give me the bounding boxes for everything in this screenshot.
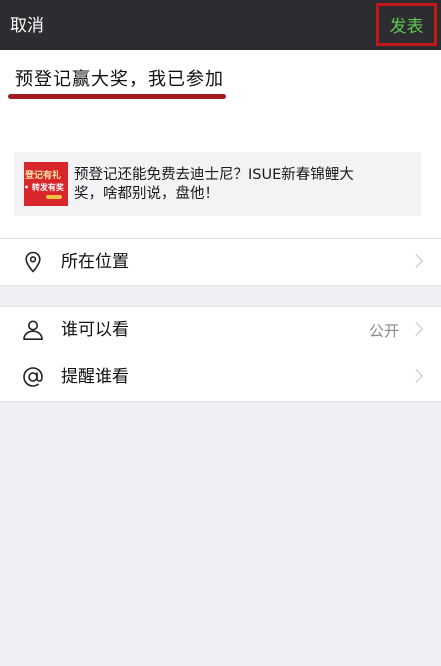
divider xyxy=(0,401,441,402)
visibility-label: 谁可以看 xyxy=(61,320,129,340)
chevron-right-icon xyxy=(408,321,424,337)
visibility-value: 公开 xyxy=(368,322,399,340)
location-row[interactable]: 所在位置 xyxy=(0,239,441,286)
person-icon xyxy=(23,320,43,340)
visibility-row[interactable]: 谁可以看 公开 xyxy=(0,307,441,354)
chevron-right-icon xyxy=(408,368,424,384)
cancel-button[interactable]: 取消 xyxy=(10,16,44,36)
publish-button[interactable]: 发表 xyxy=(379,6,434,43)
post-text-input[interactable]: 预登记赢大奖，我已参加 xyxy=(15,68,224,92)
divider xyxy=(0,285,441,286)
thumbnail-text-1: 登记有礼 xyxy=(25,171,62,181)
link-title: 预登记还能免费去迪士尼？ISUE新春锦鲤大奖，啥都别说，盘他！ xyxy=(74,167,354,202)
composer-area: 预登记赢大奖，我已参加 登记有礼 • 转发有奖 预登记还能免费去迪士尼？ISUE… xyxy=(0,50,441,238)
top-bar: 取消 发表 xyxy=(0,0,441,50)
text-underline-annotation xyxy=(8,94,226,99)
thumbnail-badge xyxy=(46,195,62,199)
shared-link-card[interactable]: 登记有礼 • 转发有奖 预登记还能免费去迪士尼？ISUE新春锦鲤大奖，啥都别说，… xyxy=(14,152,421,216)
location-pin-icon xyxy=(25,251,41,273)
chevron-right-icon xyxy=(408,253,424,269)
publish-highlight: 发表 xyxy=(376,3,437,46)
mention-label: 提醒谁看 xyxy=(61,367,129,387)
thumbnail-text-2: • 转发有奖 xyxy=(24,183,64,192)
at-sign-icon xyxy=(23,367,43,387)
link-thumbnail: 登记有礼 • 转发有奖 xyxy=(24,162,68,206)
location-label: 所在位置 xyxy=(61,252,129,272)
mention-row[interactable]: 提醒谁看 xyxy=(0,354,441,401)
divider xyxy=(0,238,441,239)
